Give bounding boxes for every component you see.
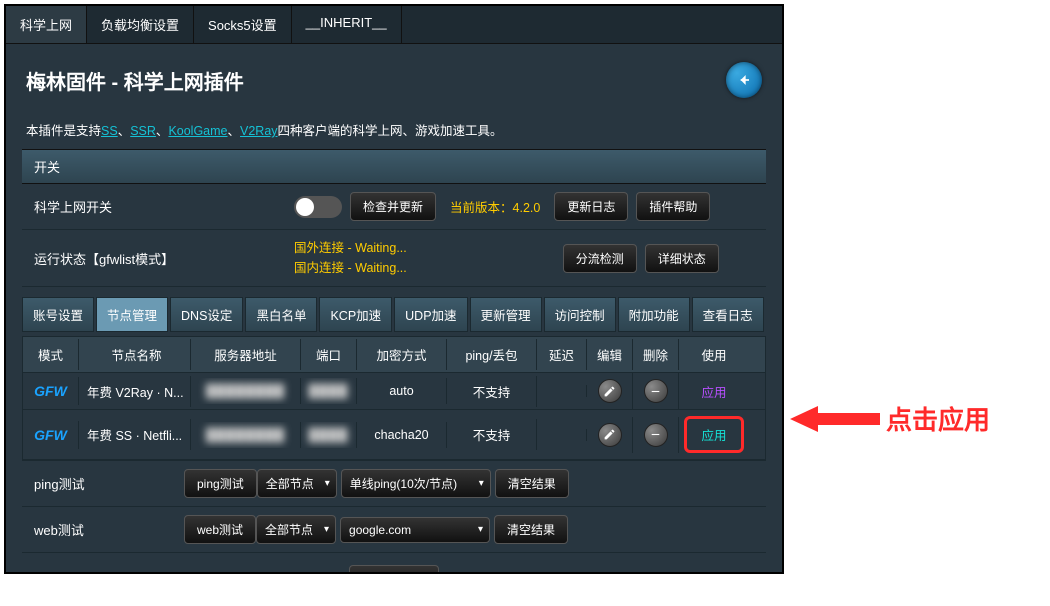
subtab-update[interactable]: 更新管理 — [470, 297, 542, 332]
tab-socks5[interactable]: Socks5设置 — [194, 6, 292, 43]
version-text: 当前版本：4.2.0 — [444, 197, 546, 216]
help-button[interactable]: 插件帮助 — [636, 192, 710, 221]
ping-mode-select[interactable]: 单线ping(10次/节点)▾ — [341, 469, 491, 498]
subtab-dns[interactable]: DNS设定 — [170, 297, 243, 332]
encryption: auto — [357, 378, 447, 404]
annotation-callout: 点击应用 — [790, 400, 990, 437]
ping-clear-button[interactable]: 清空结果 — [495, 469, 569, 498]
main-panel: 科学上网 负载均衡设置 Socks5设置 __INHERIT__ 梅林固件 - … — [4, 4, 784, 574]
link-ssr[interactable]: SSR — [130, 124, 156, 138]
ping-scope-select[interactable]: 全部节点▾ — [257, 469, 337, 498]
table-row: GFW 年费 SS · Netfli... ████████ ████ chac… — [23, 410, 765, 460]
changelog-button[interactable]: 更新日志 — [554, 192, 628, 221]
mode-badge: GFW — [23, 377, 79, 405]
plugin-description: 本插件是支持SS、SSR、KoolGame、V2Ray四种客户端的科学上网、游戏… — [6, 112, 782, 149]
nodes-table: 模式 节点名称 服务器地址 端口 加密方式 ping/丢包 延迟 编辑 删除 使… — [22, 336, 766, 461]
subtab-bwlist[interactable]: 黑白名单 — [245, 297, 317, 332]
port: ████ — [301, 422, 357, 448]
mode-badge: GFW — [23, 421, 79, 449]
check-update-button[interactable]: 检查并更新 — [350, 192, 436, 221]
apply-button[interactable]: 应用 — [701, 429, 726, 443]
proxy-toggle[interactable] — [294, 196, 342, 218]
latency — [537, 429, 587, 441]
back-icon[interactable] — [726, 62, 762, 98]
section-switch-header: 开关 — [22, 149, 766, 184]
node-name: 年费 SS · Netfli... — [79, 419, 191, 450]
tab-proxy[interactable]: 科学上网 — [6, 6, 87, 43]
runtime-label: 运行状态【gfwlist模式】 — [34, 249, 294, 268]
table-header: 模式 节点名称 服务器地址 端口 加密方式 ping/丢包 延迟 编辑 删除 使… — [23, 337, 765, 373]
subtab-extras[interactable]: 附加功能 — [618, 297, 690, 332]
ping-status: 不支持 — [447, 376, 537, 407]
web-target-select[interactable]: google.com▾ — [340, 517, 490, 543]
divert-check-button[interactable]: 分流检测 — [563, 244, 637, 273]
ping-status: 不支持 — [447, 419, 537, 450]
web-clear-button[interactable]: 清空结果 — [494, 515, 568, 544]
tab-loadbalance[interactable]: 负载均衡设置 — [87, 6, 194, 43]
link-v2ray[interactable]: V2Ray — [240, 124, 278, 138]
web-test-label: web测试 — [34, 520, 184, 539]
tab-inherit[interactable]: __INHERIT__ — [292, 6, 402, 43]
detail-status-button[interactable]: 详细状态 — [645, 244, 719, 273]
subtab-kcp[interactable]: KCP加速 — [319, 297, 392, 332]
add-node-button[interactable]: 添加节点 — [349, 565, 439, 574]
connection-status: 国外连接 - Waiting... 国内连接 - Waiting... — [294, 238, 407, 278]
edit-icon[interactable] — [598, 379, 622, 403]
top-tabs: 科学上网 负载均衡设置 Socks5设置 __INHERIT__ — [6, 6, 782, 44]
latency — [537, 385, 587, 397]
edit-icon[interactable] — [598, 423, 622, 447]
subtabs: 账号设置 节点管理 DNS设定 黑白名单 KCP加速 UDP加速 更新管理 访问… — [6, 287, 782, 332]
server-addr: ████████ — [191, 378, 301, 404]
encryption: chacha20 — [357, 422, 447, 448]
subtab-udp[interactable]: UDP加速 — [394, 297, 467, 332]
subtab-account[interactable]: 账号设置 — [22, 297, 94, 332]
subtab-nodes[interactable]: 节点管理 — [96, 297, 168, 332]
delete-icon[interactable] — [644, 423, 668, 447]
ping-test-label: ping测试 — [34, 474, 184, 493]
table-row: GFW 年费 V2Ray · N... ████████ ████ auto 不… — [23, 373, 765, 410]
link-koolgame[interactable]: KoolGame — [168, 124, 227, 138]
annotation-text: 点击应用 — [886, 400, 990, 437]
link-ss[interactable]: SS — [101, 124, 118, 138]
arrow-left-icon — [790, 404, 880, 434]
subtab-logs[interactable]: 查看日志 — [692, 297, 764, 332]
node-name: 年费 V2Ray · N... — [79, 376, 191, 407]
web-scope-select[interactable]: 全部节点▾ — [256, 515, 336, 544]
port: ████ — [301, 378, 357, 404]
apply-button[interactable]: 应用 — [701, 382, 726, 401]
server-addr: ████████ — [191, 422, 301, 448]
ping-test-button[interactable]: ping测试 — [184, 469, 257, 498]
delete-icon[interactable] — [644, 379, 668, 403]
subtab-access[interactable]: 访问控制 — [544, 297, 616, 332]
switch-label: 科学上网开关 — [34, 197, 294, 216]
web-test-button[interactable]: web测试 — [184, 515, 256, 544]
page-title: 梅林固件 - 科学上网插件 — [26, 66, 244, 95]
